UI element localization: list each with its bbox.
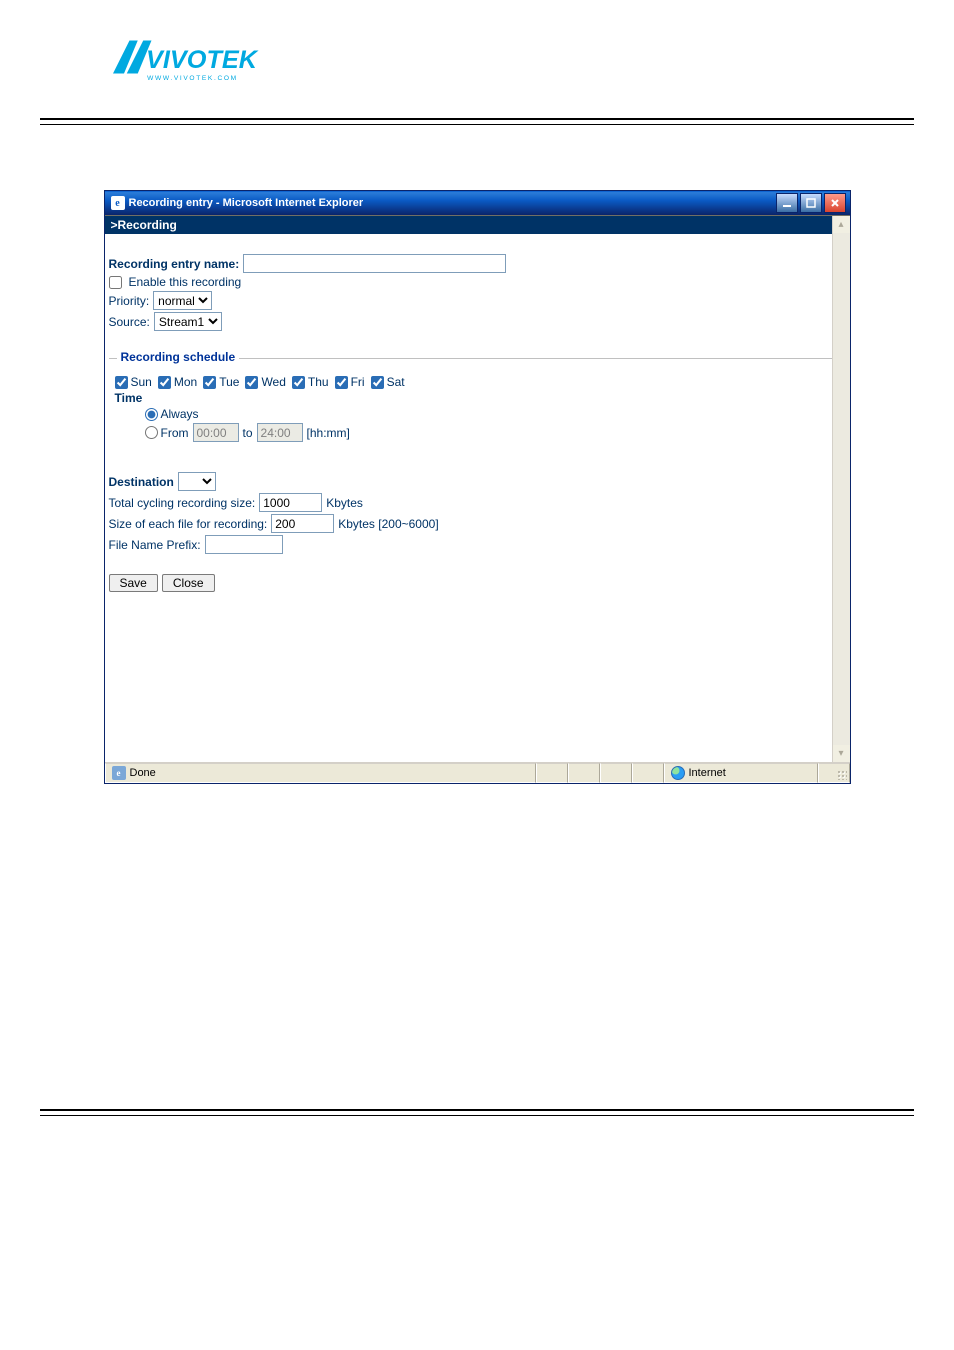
priority-select[interactable]: normal	[153, 291, 212, 310]
close-button[interactable]: Close	[162, 574, 215, 592]
status-cell-empty1	[536, 763, 568, 783]
time-label: Time	[115, 391, 143, 405]
time-always-radio[interactable]	[145, 408, 158, 421]
close-window-button[interactable]	[824, 193, 846, 213]
status-cell-empty2	[568, 763, 600, 783]
day-sat-label: Sat	[387, 375, 405, 389]
total-size-unit: Kbytes	[326, 496, 363, 510]
time-from-radio[interactable]	[145, 426, 158, 439]
browser-window: e Recording entry - Microsoft Internet E…	[104, 190, 851, 784]
day-mon-label: Mon	[174, 375, 197, 389]
minimize-button[interactable]	[776, 193, 798, 213]
status-main-cell: e Done	[105, 763, 536, 783]
day-thu-label: Thu	[308, 375, 329, 389]
enable-recording-label: Enable this recording	[129, 275, 242, 289]
resize-grip[interactable]	[818, 763, 850, 783]
entry-name-input[interactable]	[243, 254, 506, 273]
destination-select[interactable]	[178, 472, 216, 491]
time-always-label: Always	[161, 407, 199, 421]
vertical-scrollbar[interactable]: ▴ ▾	[832, 216, 850, 762]
scroll-down-arrow-icon: ▾	[833, 745, 850, 762]
day-wed-checkbox[interactable]	[245, 376, 258, 389]
maximize-icon	[806, 198, 816, 208]
each-size-label: Size of each file for recording:	[109, 517, 268, 531]
day-wed-label: Wed	[261, 375, 285, 389]
day-sun-label: Sun	[131, 375, 152, 389]
close-icon	[830, 198, 840, 208]
client-area: >Recording Recording entry name: Enable …	[105, 215, 850, 783]
window-title: Recording entry - Microsoft Internet Exp…	[129, 197, 774, 209]
status-cell-empty4	[632, 763, 664, 783]
time-hhmm-label: [hh:mm]	[307, 426, 350, 440]
schedule-fieldset: Recording schedule Sun Mon Tue Wed Thu F…	[109, 351, 840, 442]
day-sun-checkbox[interactable]	[115, 376, 128, 389]
file-prefix-label: File Name Prefix:	[109, 538, 201, 552]
total-size-input[interactable]	[259, 493, 322, 512]
day-tue-label: Tue	[219, 375, 239, 389]
day-sat-checkbox[interactable]	[371, 376, 384, 389]
done-icon: e	[112, 766, 126, 780]
day-mon-checkbox[interactable]	[158, 376, 171, 389]
page: VIVOTEK WWW.VIVOTEK.COM e Recording entr…	[0, 0, 954, 1116]
logo-container: VIVOTEK WWW.VIVOTEK.COM	[0, 35, 954, 118]
status-bar: e Done Internet	[105, 762, 850, 783]
status-zone-text: Internet	[689, 767, 726, 779]
source-label: Source:	[109, 315, 150, 329]
total-size-label: Total cycling recording size:	[109, 496, 256, 510]
svg-text:VIVOTEK: VIVOTEK	[146, 46, 259, 74]
day-fri-checkbox[interactable]	[335, 376, 348, 389]
form-content: Recording entry name: Enable this record…	[105, 234, 850, 604]
time-to-label: to	[243, 426, 253, 440]
ie-icon: e	[111, 196, 125, 210]
priority-label: Priority:	[109, 294, 150, 308]
titlebar: e Recording entry - Microsoft Internet E…	[105, 191, 850, 215]
day-tue-checkbox[interactable]	[203, 376, 216, 389]
svg-text:WWW.VIVOTEK.COM: WWW.VIVOTEK.COM	[147, 75, 238, 82]
enable-recording-checkbox[interactable]	[109, 276, 122, 289]
entry-name-label: Recording entry name:	[109, 257, 240, 271]
day-thu-checkbox[interactable]	[292, 376, 305, 389]
vivotek-logo: VIVOTEK WWW.VIVOTEK.COM	[105, 35, 275, 90]
minimize-icon	[782, 198, 792, 208]
day-fri-label: Fri	[351, 375, 365, 389]
top-divider	[40, 118, 914, 125]
each-size-unit: Kbytes [200~6000]	[338, 517, 438, 531]
destination-label: Destination	[109, 475, 174, 489]
time-to-input[interactable]	[257, 423, 303, 442]
page-heading: >Recording	[105, 216, 850, 234]
time-from-label: From	[161, 426, 189, 440]
status-zone-cell: Internet	[664, 763, 818, 783]
save-button[interactable]: Save	[109, 574, 158, 592]
maximize-button[interactable]	[800, 193, 822, 213]
globe-icon	[671, 766, 685, 780]
each-size-input[interactable]	[271, 514, 334, 533]
content-viewport: >Recording Recording entry name: Enable …	[105, 216, 850, 762]
status-text: Done	[130, 767, 156, 779]
source-select[interactable]: Stream1	[154, 312, 222, 331]
time-from-input[interactable]	[193, 423, 239, 442]
file-prefix-input[interactable]	[205, 535, 283, 554]
status-cell-empty3	[600, 763, 632, 783]
bottom-divider	[40, 1109, 914, 1116]
schedule-legend: Recording schedule	[117, 350, 240, 364]
scroll-up-arrow-icon: ▴	[833, 216, 850, 233]
